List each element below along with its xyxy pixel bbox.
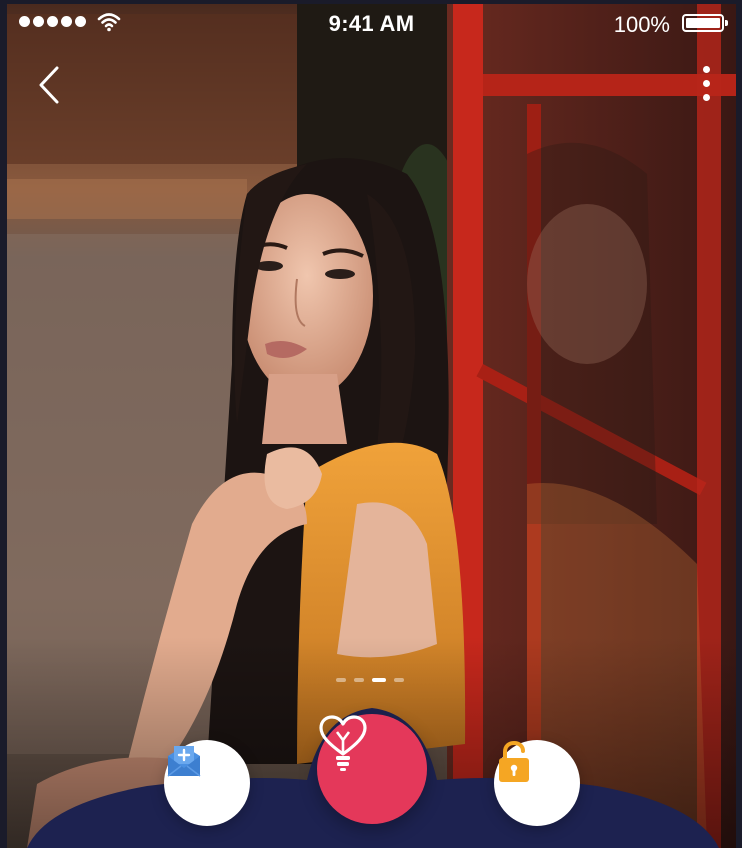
more-vertical-icon	[696, 66, 716, 101]
unlock-icon	[499, 740, 529, 782]
mail-add-icon	[167, 746, 201, 777]
status-bar: 9:41 AM 100%	[7, 4, 736, 42]
pager-dot-active[interactable]	[372, 678, 386, 682]
unlock-button[interactable]	[494, 740, 580, 826]
battery-percent: 100%	[613, 12, 670, 37]
more-button[interactable]	[696, 66, 716, 110]
phone-frame: 9:41 AM 100%	[0, 0, 742, 848]
pager-dot[interactable]	[394, 678, 404, 682]
pager-dot[interactable]	[354, 678, 364, 682]
chevron-left-icon	[39, 66, 59, 104]
pager-dot[interactable]	[336, 678, 346, 682]
add-mail-button[interactable]	[164, 740, 250, 826]
bottom-dock	[7, 694, 736, 848]
heart-bulb-icon	[319, 715, 367, 771]
battery-icon	[682, 14, 728, 32]
screen: 9:41 AM 100%	[7, 4, 736, 848]
back-button[interactable]	[31, 62, 67, 108]
love-idea-button[interactable]	[317, 714, 427, 824]
carousel-pager	[336, 678, 404, 682]
